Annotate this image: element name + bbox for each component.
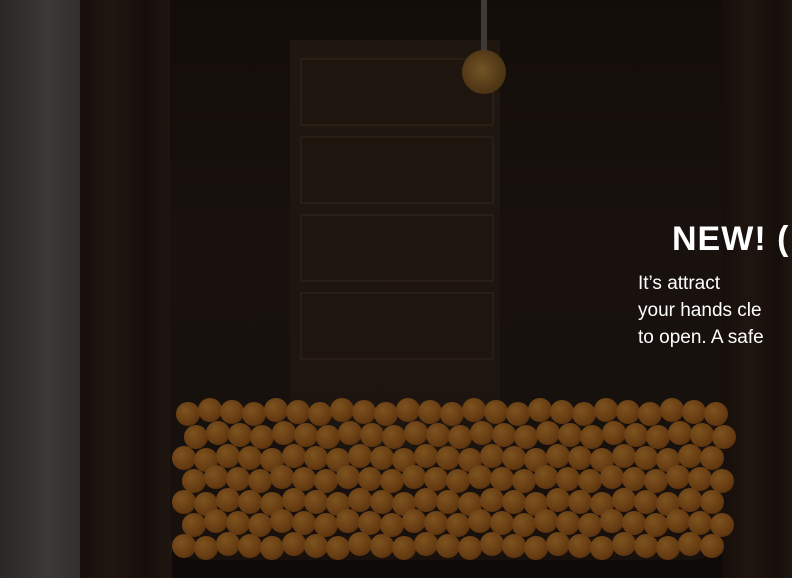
body-copy-line: to open. A safe	[638, 327, 764, 348]
body-copy-line: your hands cle	[638, 300, 762, 321]
hero-banner: NEW! ( It’s attract your hands cle to op…	[0, 0, 792, 578]
body-copy: It’s attract your hands cle to open. A s…	[638, 270, 792, 351]
headline: NEW! (	[672, 220, 790, 258]
body-copy-line: It’s attract	[638, 273, 721, 294]
